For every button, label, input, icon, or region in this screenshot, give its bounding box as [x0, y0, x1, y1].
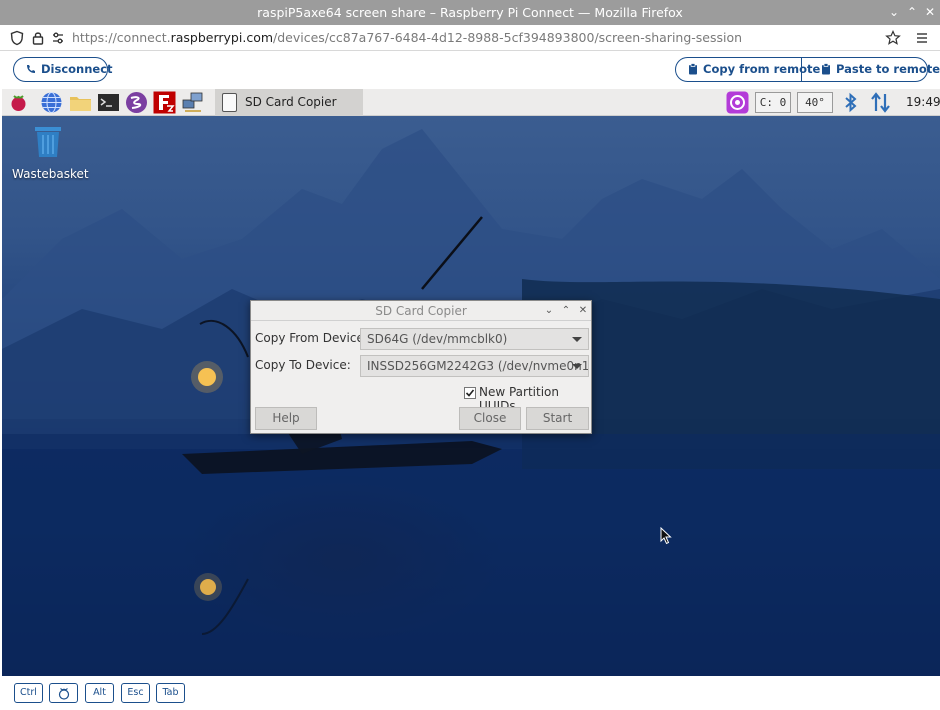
url-text[interactable]: https://connect.raspberrypi.com/devices/… — [72, 30, 742, 45]
cpu-monitor[interactable]: C: 0 — [755, 92, 791, 113]
clipboard-icon — [689, 63, 697, 75]
permissions-icon[interactable] — [50, 30, 66, 46]
disconnect-label: Disconnect — [41, 62, 113, 76]
key-shortcuts-bar: Ctrl Alt Esc Tab — [0, 676, 940, 710]
dropdown-arrow-icon — [572, 337, 582, 342]
checkmark-icon — [465, 389, 475, 397]
window-icon — [222, 93, 237, 112]
esc-key-button[interactable]: Esc — [121, 683, 150, 703]
tab-key-button[interactable]: Tab — [156, 683, 185, 703]
emacs-icon[interactable] — [125, 91, 148, 114]
copy-from-value: SD64G (/dev/mmcblk0) — [367, 332, 508, 346]
disconnect-button[interactable]: Disconnect — [13, 57, 113, 82]
url-path: /devices/cc87a767-6484-4d12-8988-5cf3948… — [273, 30, 743, 45]
remote-taskbar: SD Card Copier C: 0 40° 19:49 — [2, 89, 940, 116]
connect-toolbar: Disconnect Copy from remote Paste to rem… — [0, 51, 940, 127]
terminal-icon[interactable] — [97, 91, 120, 114]
copy-to-label: Copy To Device: — [255, 358, 351, 372]
window-titlebar: raspiP5axe64 screen share – Raspberry Pi… — [0, 0, 940, 25]
url-host: raspberrypi.com — [170, 30, 274, 45]
desktop-icon-label: Wastebasket — [12, 167, 89, 181]
raspberry-menu-icon[interactable] — [7, 91, 30, 114]
wastebasket-icon — [35, 127, 61, 157]
bluetooth-icon[interactable] — [839, 91, 862, 114]
raspberry-connect-icon[interactable] — [726, 91, 749, 114]
dialog-maximize-icon[interactable]: ⌃ — [558, 301, 574, 321]
browser-window: raspiP5axe64 screen share – Raspberry Pi… — [0, 0, 940, 710]
raspberry-icon — [58, 688, 69, 700]
minimize-icon[interactable]: ⌄ — [885, 0, 903, 25]
window-title: raspiP5axe64 screen share – Raspberry Pi… — [257, 5, 683, 20]
maximize-icon[interactable]: ⌃ — [903, 0, 921, 25]
taskbar-item-sd-card-copier[interactable]: SD Card Copier — [215, 89, 363, 116]
super-key-button[interactable] — [49, 683, 78, 703]
filezilla-icon[interactable] — [153, 91, 176, 114]
web-browser-icon[interactable] — [40, 91, 63, 114]
bookmark-star-icon[interactable] — [885, 30, 901, 46]
taskbar-item-label: SD Card Copier — [245, 95, 337, 109]
ctrl-key-button[interactable]: Ctrl — [14, 683, 43, 703]
start-button[interactable]: Start — [526, 407, 589, 430]
shield-icon[interactable] — [9, 30, 25, 46]
close-button[interactable]: Close — [459, 407, 521, 430]
paste-to-remote-label: Paste to remote — [836, 62, 940, 76]
copy-from-label: Copy From Device: — [255, 331, 368, 345]
copy-from-remote-button[interactable]: Copy from remote — [675, 57, 820, 82]
new-partition-uuids-checkbox[interactable] — [464, 387, 476, 399]
network-transfer-icon[interactable] — [869, 91, 892, 114]
remote-desktop[interactable]: SD Card Copier C: 0 40° 19:49 Wastebaske… — [2, 89, 940, 676]
paste-to-remote-button[interactable]: Paste to remote — [801, 57, 940, 82]
mouse-pointer-icon — [660, 527, 672, 545]
copy-to-value: INSSD256GM2242G3 (/dev/nvme0n1) — [367, 359, 589, 373]
phone-hangup-icon — [27, 65, 35, 73]
close-window-icon[interactable]: ✕ — [921, 0, 939, 25]
alt-key-button[interactable]: Alt — [85, 683, 114, 703]
help-button[interactable]: Help — [255, 407, 317, 430]
dropdown-arrow-icon — [572, 364, 582, 369]
network-computers-icon[interactable] — [181, 91, 204, 114]
dialog-title: SD Card Copier — [375, 304, 467, 318]
desktop-icon-wastebasket[interactable]: Wastebasket — [12, 125, 89, 181]
dialog-close-icon[interactable]: ✕ — [575, 301, 591, 321]
hamburger-menu-icon[interactable] — [914, 30, 930, 46]
temperature-monitor[interactable]: 40° — [797, 92, 833, 113]
url-prefix: https://connect. — [72, 30, 171, 45]
clipboard-paste-icon — [822, 63, 830, 75]
sd-card-copier-dialog: SD Card Copier ⌄ ⌃ ✕ Copy From Device: S… — [250, 300, 592, 434]
taskbar-clock[interactable]: 19:49 — [906, 89, 940, 116]
copy-from-device-select[interactable]: SD64G (/dev/mmcblk0) — [360, 328, 589, 350]
url-bar[interactable]: https://connect.raspberrypi.com/devices/… — [0, 25, 940, 51]
dialog-minimize-icon[interactable]: ⌄ — [541, 301, 557, 321]
dialog-titlebar[interactable]: SD Card Copier ⌄ ⌃ ✕ — [251, 301, 591, 321]
file-manager-icon[interactable] — [69, 91, 92, 114]
copy-to-device-select[interactable]: INSSD256GM2242G3 (/dev/nvme0n1) — [360, 355, 589, 377]
lock-icon[interactable] — [30, 30, 46, 46]
